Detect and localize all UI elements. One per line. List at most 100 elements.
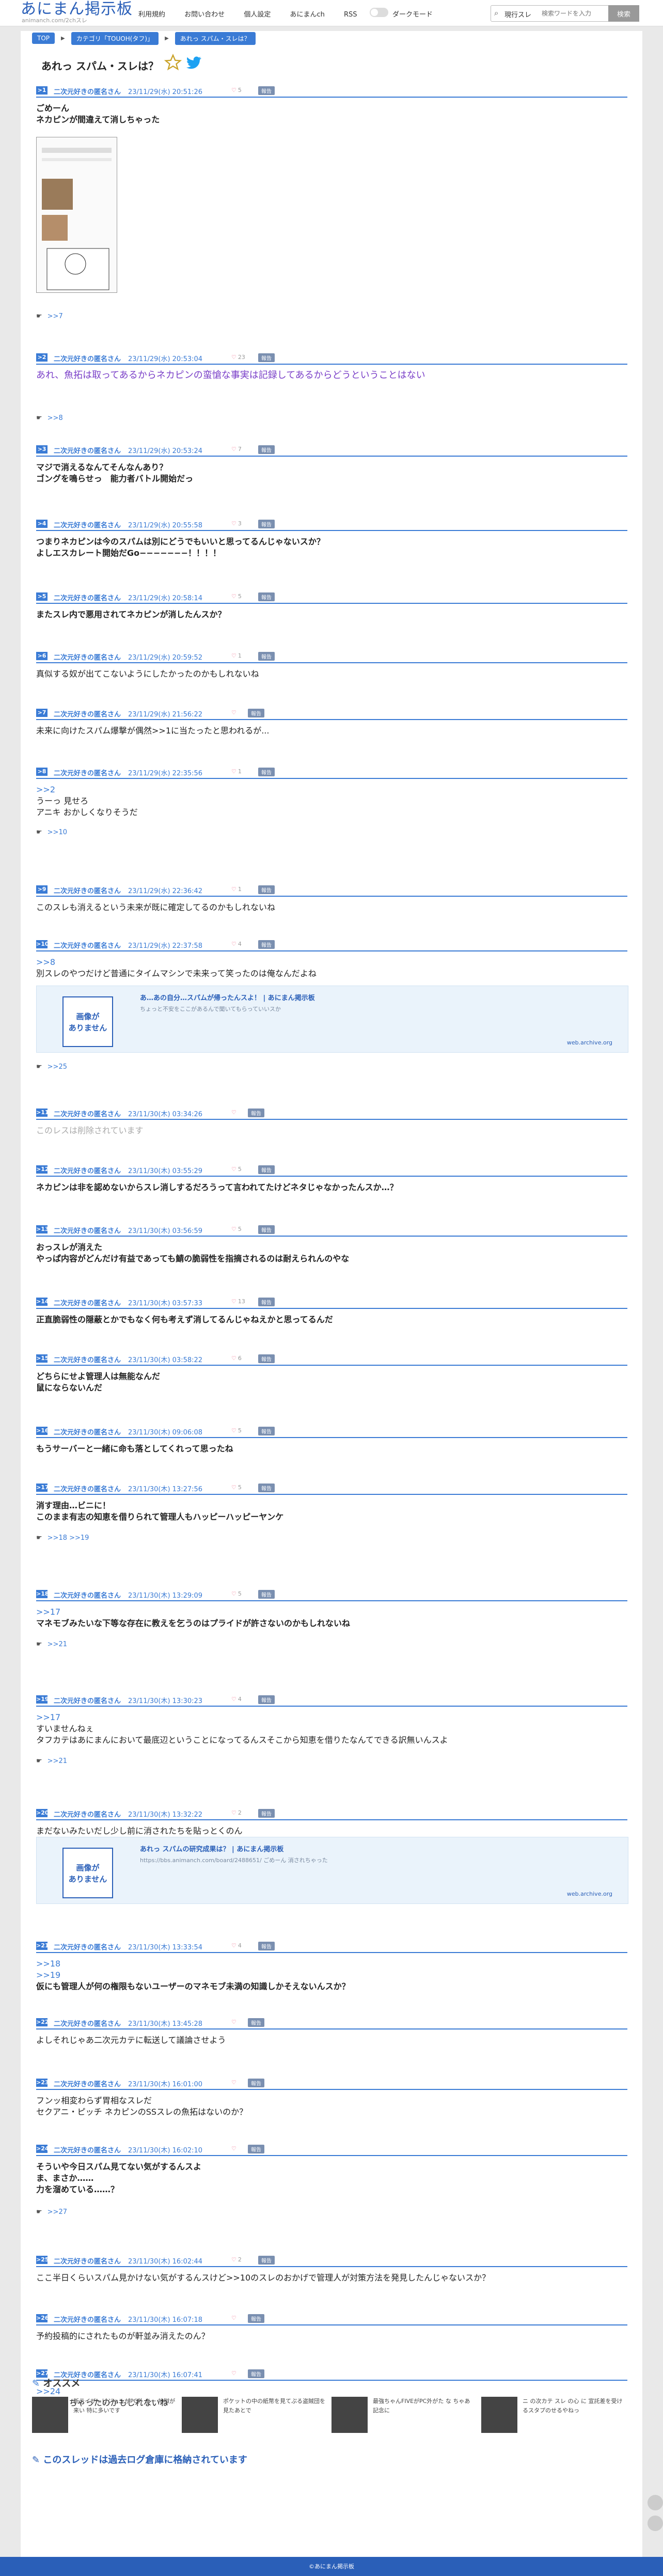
post-number[interactable]: >15 [36,1354,49,1363]
recommend-text[interactable]: ポケットの中の紙幣を見てぷる盗賊団を見たあとで [223,2397,326,2415]
nav-terms[interactable]: 利用規約 [138,11,165,19]
reply-link[interactable]: >>7 [48,313,63,320]
like-button[interactable]: ♡ 5 [231,1590,242,1598]
post-number[interactable]: >16 [36,1427,49,1435]
like-button[interactable]: ♡ 13 [231,1298,245,1305]
favorite-star-icon[interactable] [164,54,182,71]
report-button[interactable]: 報告 [258,1298,275,1306]
post-number[interactable]: >1 [36,86,48,95]
report-button[interactable]: 報告 [258,1484,275,1492]
report-button[interactable]: 報告 [258,652,275,661]
report-button[interactable]: 報告 [258,1809,275,1818]
like-button[interactable]: ♡ 4 [231,940,242,948]
like-button[interactable]: ♡ 1 [231,768,242,775]
recommend-item[interactable]: ポケットの中の紙幣を見てぷる盗賊団を見たあとで [182,2397,329,2443]
like-button[interactable]: ♡ 1 [231,652,242,660]
report-button[interactable]: 報告 [258,1590,275,1599]
post-number[interactable]: >9 [36,885,48,894]
site-logo[interactable]: あにまん掲示板 animanch.com/2chスレ [21,1,133,24]
like-button[interactable]: ♡ 4 [231,1695,242,1703]
report-button[interactable]: 報告 [258,86,275,95]
report-button[interactable]: 報告 [258,885,275,894]
like-button[interactable]: ♡ [231,2314,238,2322]
like-button[interactable]: ♡ 2 [231,1809,242,1817]
post-number[interactable]: >8 [36,768,48,776]
recommend-item[interactable]: ニ の次カテ スレ の心 に 宣託差を受けるスタプのせるやねっ [481,2397,628,2443]
like-button[interactable]: ♡ 5 [231,1165,242,1173]
like-button[interactable]: ♡ [231,1109,238,1116]
like-button[interactable]: ♡ 23 [231,353,245,361]
post-number[interactable]: >22 [36,2018,49,2026]
report-button[interactable]: 報告 [258,353,275,362]
post-number[interactable]: >23 [36,2079,49,2087]
link-preview-card[interactable]: 画像が ありません あ…あの自分…スパムが帰ったんスよ！ | あにまん掲示板 ちょっと… [36,986,628,1053]
like-button[interactable]: ♡ 1 [231,885,242,893]
post-number[interactable]: >20 [36,1809,49,1817]
scroll-top-button[interactable] [648,2495,663,2510]
reply-anchor[interactable]: >>2 [36,784,627,795]
report-button[interactable]: 報告 [248,2079,264,2087]
search-input[interactable] [541,8,607,19]
reply-anchor[interactable]: >>8 [36,957,627,968]
like-button[interactable]: ♡ 7 [231,445,242,453]
post-number[interactable]: >7 [36,709,48,717]
report-button[interactable]: 報告 [258,1225,275,1234]
recommend-text[interactable]: 最強ちゃんFIVEがPC外がた な ちゃあ 記念に [373,2397,476,2415]
logo-text[interactable]: あにまん掲示板 [21,1,133,18]
search-scope-select[interactable]: 現行スレ [504,9,531,19]
report-button[interactable]: 報告 [258,520,275,528]
like-button[interactable]: ♡ [231,2018,238,2026]
recommend-text[interactable]: ニ の次カテ スレ の心 に 宣託差を受けるスタプのせるやねっ [523,2397,626,2415]
link-preview-title[interactable]: あ…あの自分…スパムが帰ったんスよ！ | あにまん掲示板 [140,992,315,1002]
report-button[interactable]: 報告 [258,1942,275,1950]
recommend-item[interactable]: 新テイザービジョンがPC外 あー 地獄が来い 特に多いです [32,2397,179,2443]
reply-link[interactable]: >>8 [48,414,63,422]
post-number[interactable]: >24 [36,2145,49,2153]
reply-anchor[interactable]: >>17 [36,1606,627,1618]
report-button[interactable]: 報告 [258,2256,275,2265]
like-button[interactable]: ♡ 5 [231,1484,242,1491]
post-number[interactable]: >10 [36,940,49,948]
nav-rss[interactable]: RSS [344,11,357,19]
post-number[interactable]: >13 [36,1225,49,1234]
recommend-text[interactable]: 新テイザービジョンがPC外 あー 地獄が来い 特に多いです [73,2397,177,2415]
recommend-thumbnail[interactable] [481,2397,517,2433]
crumb-top[interactable]: TOP [32,33,55,44]
report-button[interactable]: 報告 [248,2018,264,2027]
link-preview-title[interactable]: あれっ スパムの研究成果は？ | あにまん掲示板 [140,1844,283,1853]
recommend-thumbnail[interactable] [182,2397,218,2433]
report-button[interactable]: 報告 [248,1109,264,1117]
post-number[interactable]: >25 [36,2256,49,2264]
attached-image[interactable] [36,137,117,293]
reply-anchor[interactable]: >>19 [36,1970,627,1981]
reply-link[interactable]: >>27 [48,2208,67,2216]
recommend-thumbnail[interactable] [332,2397,368,2433]
like-button[interactable]: ♡ 6 [231,1354,242,1362]
report-button[interactable]: 報告 [258,768,275,776]
nav-contact[interactable]: お問い合わせ [184,11,225,19]
reply-anchor[interactable]: >>17 [36,1712,627,1723]
report-button[interactable]: 報告 [248,709,264,717]
dark-mode-toggle[interactable] [370,8,388,17]
crumb-category[interactable]: カテゴリ「TOUOH(タフ)」 [71,32,159,45]
post-number[interactable]: >17 [36,1484,49,1492]
post-number[interactable]: >5 [36,592,48,601]
reply-link[interactable]: >>18 >>19 [48,1534,89,1542]
post-number[interactable]: >21 [36,1942,49,1950]
report-button[interactable]: 報告 [258,445,275,454]
like-button[interactable]: ♡ 5 [231,1427,242,1434]
like-button[interactable]: ♡ 5 [231,86,242,94]
report-button[interactable]: 報告 [248,2314,264,2323]
like-button[interactable]: ♡ 5 [231,592,242,600]
like-button[interactable]: ♡ 4 [231,1942,242,1949]
report-button[interactable]: 報告 [258,1695,275,1704]
scroll-bottom-button[interactable] [648,2516,663,2531]
post-number[interactable]: >6 [36,652,48,660]
report-button[interactable]: 報告 [258,1427,275,1435]
search-button[interactable]: 検索 [608,5,639,22]
post-number[interactable]: >18 [36,1590,49,1598]
like-button[interactable]: ♡ 5 [231,1225,242,1233]
report-button[interactable]: 報告 [258,940,275,949]
like-button[interactable]: ♡ [231,2079,238,2086]
post-number[interactable]: >12 [36,1165,49,1174]
